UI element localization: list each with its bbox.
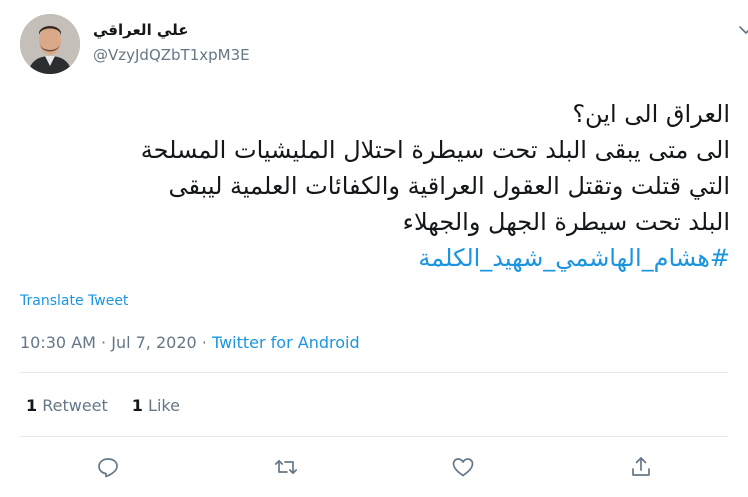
user-handle[interactable]: @VzyJdQZbT1xpM3E bbox=[93, 46, 250, 64]
tweet-stats: 1 Retweet 1 Like bbox=[26, 396, 204, 415]
display-name[interactable]: علي العراقي bbox=[93, 21, 188, 39]
retweet-count: 1 bbox=[26, 396, 38, 415]
like-stat[interactable]: 1 Like bbox=[132, 396, 180, 415]
tweet-source-link[interactable]: Twitter for Android bbox=[212, 333, 360, 352]
tweet-meta: 10:30 AM · Jul 7, 2020 · Twitter for And… bbox=[20, 333, 360, 352]
tweet-line: العراق الى اين؟ bbox=[572, 100, 730, 128]
tweet-line: الى متى يبقى البلد تحت سيطرة احتلال المل… bbox=[140, 136, 730, 164]
share-icon bbox=[632, 457, 650, 476]
like-label: Like bbox=[148, 396, 180, 415]
reply-button[interactable] bbox=[96, 455, 120, 479]
retweet-stat[interactable]: 1 Retweet bbox=[26, 396, 108, 415]
heart-icon bbox=[452, 458, 474, 477]
avatar[interactable] bbox=[20, 14, 80, 74]
like-count: 1 bbox=[131, 396, 143, 415]
like-button[interactable] bbox=[451, 455, 475, 479]
divider bbox=[20, 372, 728, 373]
tweet-date[interactable]: Jul 7, 2020 bbox=[111, 333, 196, 352]
share-button[interactable] bbox=[629, 455, 653, 479]
reply-icon bbox=[98, 458, 118, 478]
retweet-button[interactable] bbox=[274, 455, 298, 479]
retweet-label: Retweet bbox=[42, 396, 108, 415]
tweet-time[interactable]: 10:30 AM bbox=[20, 333, 96, 352]
hashtag-link[interactable]: #هشام_الهاشمي_شهيد_الكلمة bbox=[20, 240, 730, 276]
meta-separator: · bbox=[95, 333, 112, 352]
tweet-text: العراق الى اين؟ الى متى يبقى البلد تحت س… bbox=[20, 96, 730, 276]
meta-separator: · bbox=[196, 333, 212, 352]
chevron-down-icon[interactable] bbox=[738, 22, 748, 38]
translate-tweet-link[interactable]: Translate Tweet bbox=[20, 293, 128, 309]
divider bbox=[20, 436, 728, 437]
tweet-line: التي قتلت وتقتل العقول العراقية والكفائا… bbox=[168, 172, 730, 200]
avatar-image bbox=[20, 14, 80, 74]
retweet-icon bbox=[274, 459, 298, 475]
tweet-line: البلد تحت سيطرة الجهل والجهلاء bbox=[402, 208, 730, 236]
